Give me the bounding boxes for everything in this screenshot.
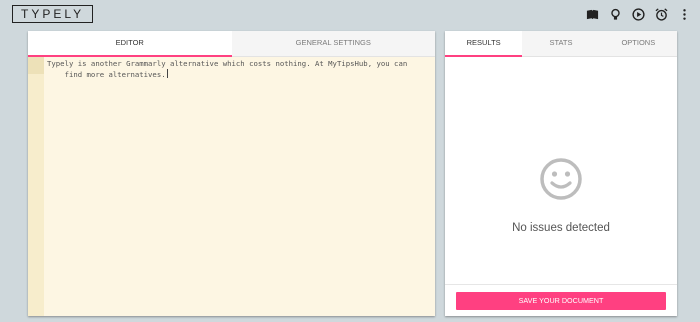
tab-general-settings[interactable]: GENERAL SETTINGS [232,31,436,56]
status-text: No issues detected [512,222,610,234]
lightbulb-icon[interactable] [607,6,623,22]
text-editor[interactable]: Typely is another Grammarly alternative … [28,57,435,316]
play-icon[interactable] [630,6,646,22]
alarm-icon[interactable] [653,6,669,22]
editor-content[interactable]: Typely is another Grammarly alternative … [47,59,427,80]
footer-divider [445,284,677,285]
tab-options[interactable]: OPTIONS [600,31,677,56]
more-vert-icon[interactable] [676,6,692,22]
editor-panel: EDITOR GENERAL SETTINGS Typely is anothe… [28,31,435,316]
results-tabs: RESULTS STATS OPTIONS [445,31,677,57]
tab-editor[interactable]: EDITOR [28,31,232,57]
smiley-icon [539,157,583,201]
app-logo: TYPELY [12,5,94,23]
editor-line-1: Typely is another Grammarly alternative … [47,59,408,68]
tab-results[interactable]: RESULTS [445,31,523,57]
editor-gutter [28,57,44,316]
editor-tabs: EDITOR GENERAL SETTINGS [28,31,435,57]
editor-line-2: find more alternatives. [47,70,166,79]
results-body: No issues detected [445,57,677,284]
book-icon[interactable] [584,6,600,22]
top-toolbar [584,6,692,22]
tab-stats[interactable]: STATS [522,31,599,56]
active-line-marker [28,57,44,74]
results-panel: RESULTS STATS OPTIONS No issues detected… [445,31,677,316]
save-document-button[interactable]: SAVE YOUR DOCUMENT [456,292,666,310]
text-cursor [166,69,168,78]
